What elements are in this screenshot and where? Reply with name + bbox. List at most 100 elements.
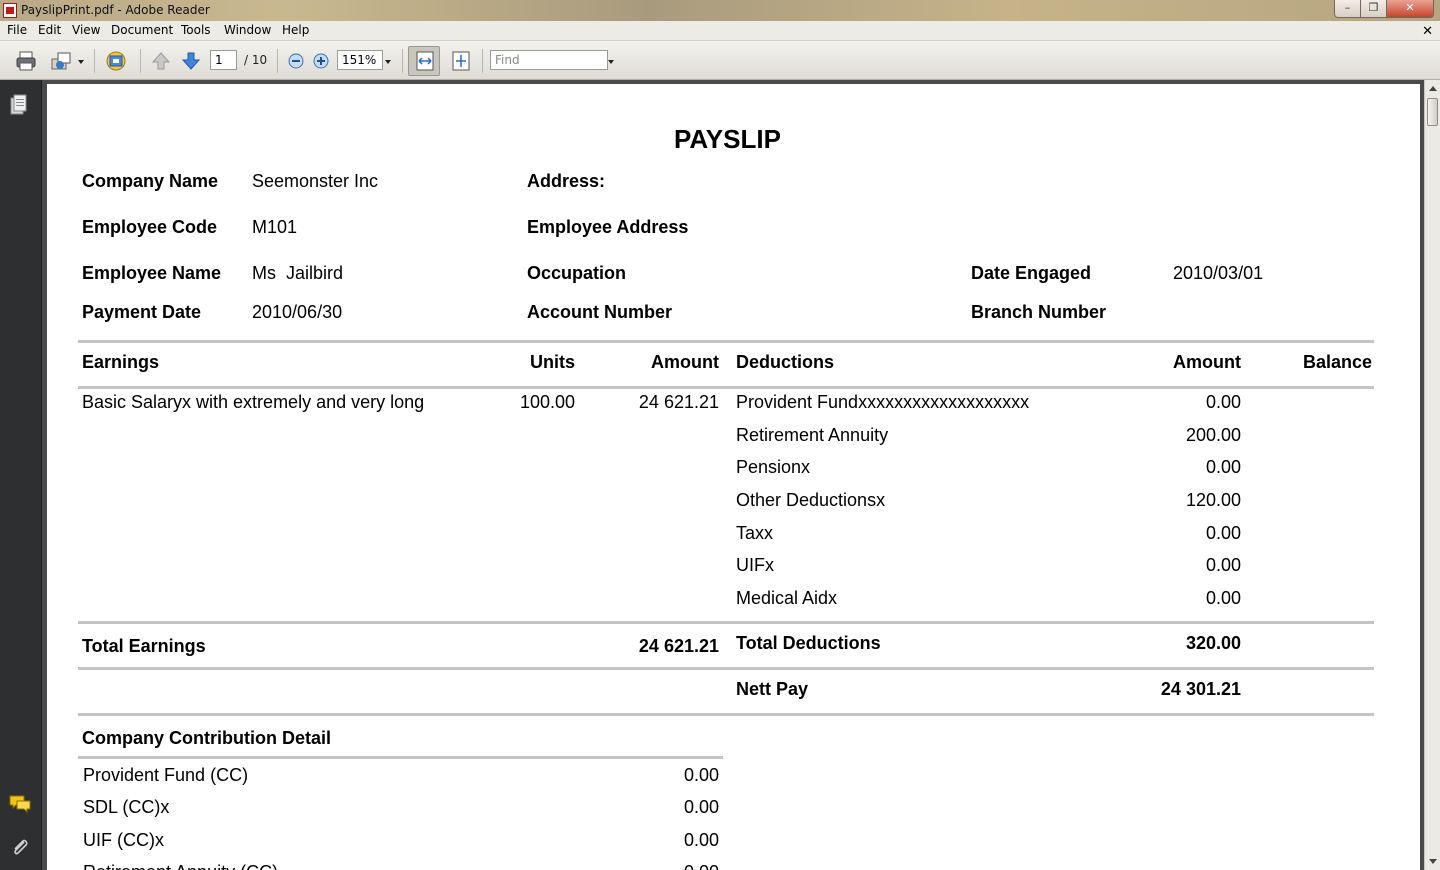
deductions-header: Deductions (736, 352, 835, 372)
zoom-level-input[interactable]: 151% (337, 50, 383, 70)
menu-file[interactable]: File (7, 23, 27, 37)
employee-name-label: Employee Name (82, 263, 222, 283)
employee-code-value: M101 (252, 217, 298, 237)
email-share-icon[interactable] (50, 50, 72, 72)
close-window-button[interactable]: ✕ (1386, 0, 1434, 18)
payment-date-value: 2010/06/30 (252, 302, 343, 322)
contribution-name: Retirement Annuity (CC) (83, 862, 278, 870)
scroll-up-icon[interactable] (1429, 86, 1437, 91)
balance-header: Balance (1302, 352, 1372, 372)
contribution-title: Company Contribution Detail (82, 728, 331, 748)
branch-number-label: Branch Number (971, 302, 1107, 322)
address-label: Address: (527, 171, 606, 191)
zoom-out-icon[interactable] (285, 50, 307, 72)
contribution-name: Provident Fund (CC) (83, 765, 249, 785)
menu-edit[interactable]: Edit (38, 23, 61, 37)
fit-width-button[interactable] (408, 46, 440, 76)
window-title: PayslipPrint.pdf - Adobe Reader (21, 3, 210, 17)
contribution-amount: 0.00 (683, 765, 719, 785)
company-name-value: Seemonster Inc (252, 171, 379, 191)
contribution-amount: 0.00 (683, 830, 719, 850)
divider (78, 621, 1374, 624)
attachment-icon[interactable] (10, 836, 30, 860)
deduction-name: Pensionx (736, 457, 811, 477)
earning-name: Basic Salaryx with extremely and very lo… (82, 392, 425, 412)
deduction-amount: 0.00 (1205, 523, 1241, 543)
contribution-name: UIF (CC)x (83, 830, 164, 850)
deduction-amount: 0.00 (1205, 392, 1241, 412)
scroll-down-icon[interactable] (1429, 859, 1437, 864)
pdf-page: PAYSLIP Company Name Seemonster Inc Addr… (47, 84, 1420, 870)
document-viewport[interactable]: PAYSLIP Company Name Seemonster Inc Addr… (42, 80, 1424, 870)
units-header: Units (530, 352, 575, 372)
zoom-in-icon[interactable] (310, 50, 332, 72)
nett-pay-value: 24 301.21 (1160, 679, 1241, 699)
menu-view[interactable]: View (72, 23, 100, 37)
title-bar: PayslipPrint.pdf - Adobe Reader – ❐ ✕ (0, 0, 1440, 21)
divider (78, 667, 1374, 670)
collaborate-icon[interactable] (105, 50, 127, 72)
share-dropdown-icon[interactable] (78, 60, 84, 64)
deduction-amount: 0.00 (1205, 555, 1241, 575)
menu-document[interactable]: Document (111, 23, 173, 37)
menu-window[interactable]: Window (224, 23, 271, 37)
menu-help[interactable]: Help (282, 23, 309, 37)
deduction-name: Retirement Annuity (736, 425, 889, 445)
pdf-file-icon (3, 3, 17, 18)
close-document-icon[interactable]: ✕ (1422, 23, 1433, 39)
payslip-title: PAYSLIP (674, 124, 781, 154)
vertical-scrollbar[interactable] (1424, 80, 1440, 870)
deduction-name: Provident Fundxxxxxxxxxxxxxxxxxxx (736, 392, 1030, 412)
restore-icon: ❐ (1368, 1, 1379, 14)
menu-bar: File Edit View Document Tools Window Hel… (0, 21, 1440, 41)
minimize-button[interactable]: – (1334, 0, 1361, 18)
pages-panel-icon[interactable] (9, 94, 29, 116)
total-deductions-value: 320.00 (1185, 633, 1241, 653)
find-input[interactable]: Find (490, 50, 608, 70)
date-engaged-label: Date Engaged (971, 263, 1092, 283)
deduction-amount: 0.00 (1205, 457, 1241, 477)
menu-tools[interactable]: Tools (181, 23, 211, 37)
divider (78, 386, 1374, 389)
page-total: / 10 (244, 53, 268, 67)
contribution-name: SDL (CC)x (83, 797, 170, 817)
deduction-name: Medical Aidx (736, 588, 838, 608)
close-icon: ✕ (1405, 1, 1415, 14)
scrollbar-thumb[interactable] (1427, 98, 1438, 126)
deduction-amount: 200.00 (1185, 425, 1241, 445)
date-engaged-value: 2010/03/01 (1173, 263, 1264, 283)
minimize-icon: – (1344, 1, 1351, 14)
total-earnings-label: Total Earnings (82, 636, 206, 656)
account-number-label: Account Number (527, 302, 673, 322)
deduction-amount: 0.00 (1205, 588, 1241, 608)
deduction-name: Taxx (736, 523, 774, 543)
comments-panel-icon[interactable] (8, 793, 32, 815)
company-name-label: Company Name (82, 171, 219, 191)
employee-name-value: Ms Jailbird (252, 263, 344, 283)
toolbar: 1 / 10 151% Find (0, 41, 1440, 80)
deduction-name: UIFx (736, 555, 774, 575)
earning-amount: 24 621.21 (638, 392, 719, 412)
deduction-amount: 120.00 (1185, 490, 1241, 510)
contribution-amount: 0.00 (683, 797, 719, 817)
print-icon[interactable] (15, 50, 37, 72)
total-earnings-value: 24 621.21 (638, 636, 719, 656)
restore-button[interactable]: ❐ (1360, 0, 1387, 18)
navigation-pane (0, 80, 42, 870)
divider (78, 340, 1374, 343)
next-page-icon[interactable] (180, 50, 202, 72)
zoom-dropdown-icon[interactable] (385, 60, 391, 64)
employee-code-label: Employee Code (82, 217, 218, 237)
earning-units: 100.00 (519, 392, 575, 412)
find-dropdown-icon[interactable] (608, 60, 614, 64)
earnings-amount-header: Amount (651, 352, 719, 372)
payment-date-label: Payment Date (82, 302, 202, 322)
contribution-amount: 0.00 (619, 862, 719, 870)
fit-width-icon (416, 51, 434, 71)
divider (78, 713, 1374, 716)
previous-page-icon[interactable] (150, 50, 172, 72)
page-number-input[interactable]: 1 (210, 50, 237, 70)
employee-address-label: Employee Address (527, 217, 689, 237)
nett-pay-label: Nett Pay (736, 679, 809, 699)
fit-page-icon[interactable] (450, 50, 472, 72)
